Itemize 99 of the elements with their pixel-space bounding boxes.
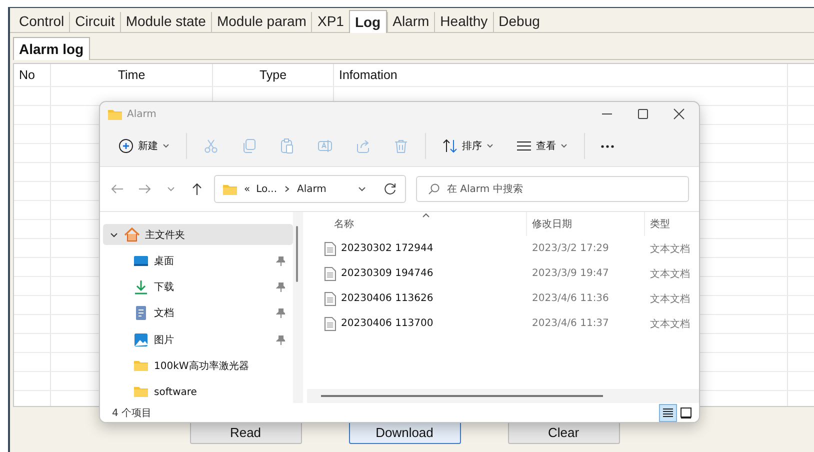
refresh-icon	[383, 182, 397, 196]
column-header[interactable]: Time	[51, 64, 213, 86]
caret-icon	[162, 142, 170, 150]
chevron-right-icon	[283, 185, 291, 193]
view-button[interactable]	[659, 404, 677, 422]
file-date: 2023/3/2 17:29	[531, 243, 610, 254]
column-header[interactable]: 名称	[307, 212, 527, 236]
add-icon	[118, 138, 134, 154]
sort-menu-button[interactable]: 排序	[432, 132, 504, 160]
tab[interactable]: Alarm log	[13, 37, 90, 60]
text-file-icon	[324, 266, 336, 280]
breadcrumb[interactable]: Alarm	[297, 184, 326, 194]
file-type: 文本文档	[649, 318, 691, 330]
text-file-icon	[324, 242, 336, 256]
file-date: 2023/4/6 11:37	[531, 318, 610, 329]
address-field[interactable]: « Lo... Alarm	[214, 175, 406, 203]
tab[interactable]: Module param	[210, 12, 312, 32]
new-menu-button[interactable]: 新建	[108, 132, 180, 160]
folder-icon	[107, 107, 123, 121]
search-icon	[428, 183, 440, 195]
file-row[interactable]: 20230406 113626 2023/4/6 11:36 文本文档	[307, 286, 699, 311]
tab[interactable]: Circuit	[69, 12, 120, 32]
file-name: 20230406 113700	[341, 318, 434, 329]
file-date: 2023/3/9 19:47	[531, 268, 610, 279]
breadcrumb-overflow[interactable]: «	[244, 184, 250, 194]
tab[interactable]: Healthy	[434, 12, 493, 32]
item-count: 4 个项目	[112, 406, 152, 420]
sort-ascending-icon	[422, 212, 430, 218]
file-row[interactable]: 20230406 113700 2023/4/6 11:37 文本文档	[307, 311, 699, 336]
file-type: 文本文档	[649, 242, 691, 256]
column-label: 名称	[334, 218, 354, 231]
copy-icon	[241, 138, 257, 154]
share-icon	[355, 138, 371, 154]
scrollbar-thumb[interactable]	[296, 226, 298, 282]
preview-view-icon	[680, 406, 692, 418]
scrollbar[interactable]	[307, 389, 699, 403]
navigation-item[interactable]: 主文件夹	[103, 224, 293, 246]
view-menu-button[interactable]: 查看	[506, 132, 578, 160]
column-header[interactable]: Type	[213, 64, 334, 86]
breadcrumb[interactable]: Lo...	[256, 184, 277, 194]
up-arrow-icon	[190, 182, 204, 196]
back-arrow-icon	[110, 182, 124, 196]
picture-icon	[133, 332, 149, 348]
column-header[interactable]: 修改日期	[527, 212, 645, 236]
navigation-item[interactable]: 100kW高功率激光器	[103, 355, 293, 377]
navigation-item[interactable]: 图片	[103, 329, 293, 350]
scrollbar-thumb[interactable]	[321, 395, 603, 397]
column-header[interactable]: 类型	[645, 212, 699, 236]
button[interactable]: Read	[190, 421, 302, 444]
trash-icon	[393, 138, 409, 154]
pin-icon	[275, 256, 285, 266]
tab[interactable]: Log	[348, 10, 387, 33]
sort-icon	[442, 138, 458, 154]
navigation-item[interactable]: software	[103, 382, 293, 403]
rename-icon	[317, 138, 333, 154]
navigation-item[interactable]: 文档	[103, 302, 293, 324]
file-date: 2023/4/6 11:36	[531, 293, 610, 304]
tab[interactable]: Debug	[492, 12, 545, 32]
navigation-item[interactable]: 桌面	[103, 250, 293, 272]
chevron-down-icon	[357, 184, 367, 194]
maximize-icon	[637, 108, 649, 120]
file-type: 文本文档	[649, 292, 691, 306]
close-icon	[673, 108, 685, 120]
text-file-icon	[324, 316, 336, 330]
forward-arrow-icon	[138, 182, 152, 196]
home-icon	[124, 226, 140, 243]
clipboard-icon	[279, 138, 295, 154]
chevron-down-icon	[166, 184, 176, 194]
caret-icon	[560, 142, 568, 150]
details-view-icon	[662, 406, 674, 418]
more-icon	[601, 144, 614, 148]
column-label: 修改日期	[532, 218, 572, 231]
caret-icon	[486, 142, 494, 150]
scrollbar[interactable]	[293, 212, 303, 403]
download-icon	[133, 279, 149, 296]
file-type: 文本文档	[649, 268, 691, 280]
tab[interactable]: Control	[14, 12, 70, 32]
file-name: 20230309 194746	[341, 268, 434, 279]
tab[interactable]: Alarm	[386, 12, 434, 32]
file-row[interactable]: 20230302 172944 2023/3/2 17:29 文本文档	[307, 236, 699, 261]
pin-icon	[275, 334, 285, 345]
file-name: 20230406 113626	[341, 293, 434, 304]
folder-icon	[222, 182, 238, 196]
navigation-item[interactable]: 下载	[103, 276, 293, 298]
button[interactable]: Download	[348, 421, 460, 444]
file-row[interactable]: 20230309 194746 2023/3/9 19:47 文本文档	[307, 261, 699, 286]
window-title: Alarm	[127, 108, 156, 120]
column-header[interactable]: Infomation	[334, 64, 788, 86]
text-file-icon	[324, 292, 336, 306]
column-label: 类型	[650, 218, 670, 231]
button[interactable]: Clear	[508, 421, 620, 444]
pin-icon	[275, 282, 285, 292]
cut-icon	[203, 138, 219, 154]
pin-icon	[275, 308, 285, 318]
search-field[interactable]: 在 Alarm 中搜索	[416, 176, 689, 202]
file-name: 20230302 172944	[341, 243, 434, 254]
document-icon	[133, 305, 149, 322]
tab[interactable]: Module state	[120, 12, 211, 32]
column-header[interactable]: No	[14, 64, 51, 86]
